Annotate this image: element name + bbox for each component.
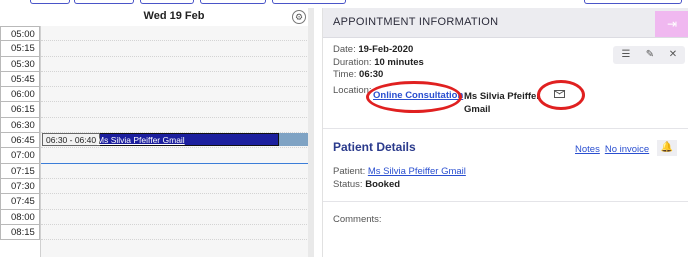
highlight-ring: [537, 80, 585, 110]
duration-value: 10 minutes: [374, 56, 424, 68]
time-label: Time:: [333, 69, 357, 80]
time-slot-label: 07:30: [0, 178, 40, 195]
comments-label: Comments:: [333, 214, 382, 225]
top-button-stub[interactable]: [30, 0, 70, 4]
time-slot-label: 07:00: [0, 148, 40, 164]
calendar-day-title: Wed 19 Feb: [143, 10, 205, 22]
status-value: Booked: [365, 178, 401, 190]
appointment-block[interactable]: 06:30 - 06:40 Ms Silvia Pfeiffer Gmail: [42, 133, 279, 146]
time-slot-label: 05:15: [0, 41, 40, 57]
panel-header: APPOINTMENT INFORMATION ⇥: [323, 8, 688, 38]
top-button-stub[interactable]: [584, 0, 682, 4]
divider: [323, 201, 688, 202]
top-button-stub[interactable]: [140, 0, 194, 4]
appointment-patient-link[interactable]: Ms Silvia Pfeiffer Gmail: [97, 134, 185, 146]
patient-links: Notes No invoice: [575, 144, 654, 155]
time-value: 06:30: [359, 69, 384, 80]
calendar-slot[interactable]: [41, 102, 309, 118]
patient-details-title: Patient Details: [333, 140, 416, 154]
time-slot-label: 06:00: [0, 87, 40, 103]
time-slot-label: 06:30: [0, 117, 40, 134]
calendar-slot[interactable]: [41, 164, 309, 179]
calendar-slot[interactable]: [41, 57, 309, 72]
panel-title: APPOINTMENT INFORMATION: [333, 16, 499, 28]
patient-name-link[interactable]: Ms Silvia Pfeiffer Gmail: [368, 166, 466, 177]
time-slot-label: 05:30: [0, 56, 40, 72]
list-icon[interactable]: ☰: [619, 48, 633, 62]
calendar-slot[interactable]: [41, 148, 309, 164]
calendar-slot[interactable]: [41, 41, 309, 57]
calendar-slot[interactable]: [41, 87, 309, 103]
calendar-slot[interactable]: [41, 118, 309, 134]
current-time-line: [41, 163, 309, 164]
appointment-panel: APPOINTMENT INFORMATION ⇥ ☰ ✎ ✕ Date: 19…: [322, 8, 688, 257]
pencil-icon[interactable]: ✎: [643, 48, 657, 62]
patient-label: Patient:: [333, 166, 366, 177]
appointment-time: 06:30 - 06:40: [42, 133, 101, 146]
time-slot-label: 06:45: [0, 133, 40, 149]
top-button-stub[interactable]: [74, 0, 134, 4]
invoice-link[interactable]: No invoice: [605, 144, 649, 155]
time-slot-label: 05:45: [0, 71, 40, 88]
appointment-toolbar: ☰ ✎ ✕: [613, 46, 685, 64]
time-slot-label: 05:00: [0, 26, 40, 42]
patient-info: Patient: Ms Silvia Pfeiffer Gmail Status…: [333, 166, 466, 191]
time-slot-label: 08:00: [0, 209, 40, 225]
duration-label: Duration:: [333, 56, 372, 68]
notes-link[interactable]: Notes: [575, 144, 600, 155]
top-button-stub[interactable]: [200, 0, 266, 4]
exit-icon[interactable]: ⇥: [655, 11, 688, 37]
settings-gear-icon[interactable]: ⚙: [292, 10, 306, 24]
status-label: Status:: [333, 178, 363, 190]
appointment-slot-extension: [279, 133, 309, 146]
calendar-slot[interactable]: [41, 72, 309, 88]
calendar-slot[interactable]: [41, 179, 309, 195]
highlight-ring: [366, 81, 462, 113]
day-calendar: Wed 19 Feb ⚙ 05:00 05:15 05:30 05:45 06:00 06…: [0, 8, 309, 257]
location-patient-name: Ms Silvia Pfeiffer Gmail: [464, 91, 541, 115]
calendar-slot[interactable]: [41, 26, 309, 42]
calendar-scrollbar[interactable]: [308, 8, 314, 257]
time-slot-label: 08:15: [0, 224, 40, 241]
appointment-details: Date: 19-Feb-2020 Duration: 10 minutes T…: [333, 44, 424, 82]
date-label: Date:: [333, 44, 356, 55]
top-button-stub[interactable]: [272, 0, 346, 4]
time-column: 05:00 05:15 05:30 05:45 06:00 06:15 06:30 06:45…: [0, 26, 40, 241]
date-value: 19-Feb-2020: [358, 44, 414, 55]
time-slot-label: 07:15: [0, 163, 40, 179]
calendar-slot[interactable]: [41, 225, 309, 241]
divider: [323, 128, 688, 129]
calendar-header: Wed 19 Feb ⚙: [40, 8, 308, 27]
bell-icon[interactable]: 🔔: [657, 140, 677, 156]
close-icon[interactable]: ✕: [666, 48, 680, 62]
calendar-slot[interactable]: [41, 210, 309, 225]
time-slot-label: 07:45: [0, 194, 40, 210]
calendar-grid[interactable]: 06:30 - 06:40 Ms Silvia Pfeiffer Gmail: [40, 26, 309, 257]
time-slot-label: 06:15: [0, 102, 40, 118]
calendar-slot[interactable]: [41, 194, 309, 210]
